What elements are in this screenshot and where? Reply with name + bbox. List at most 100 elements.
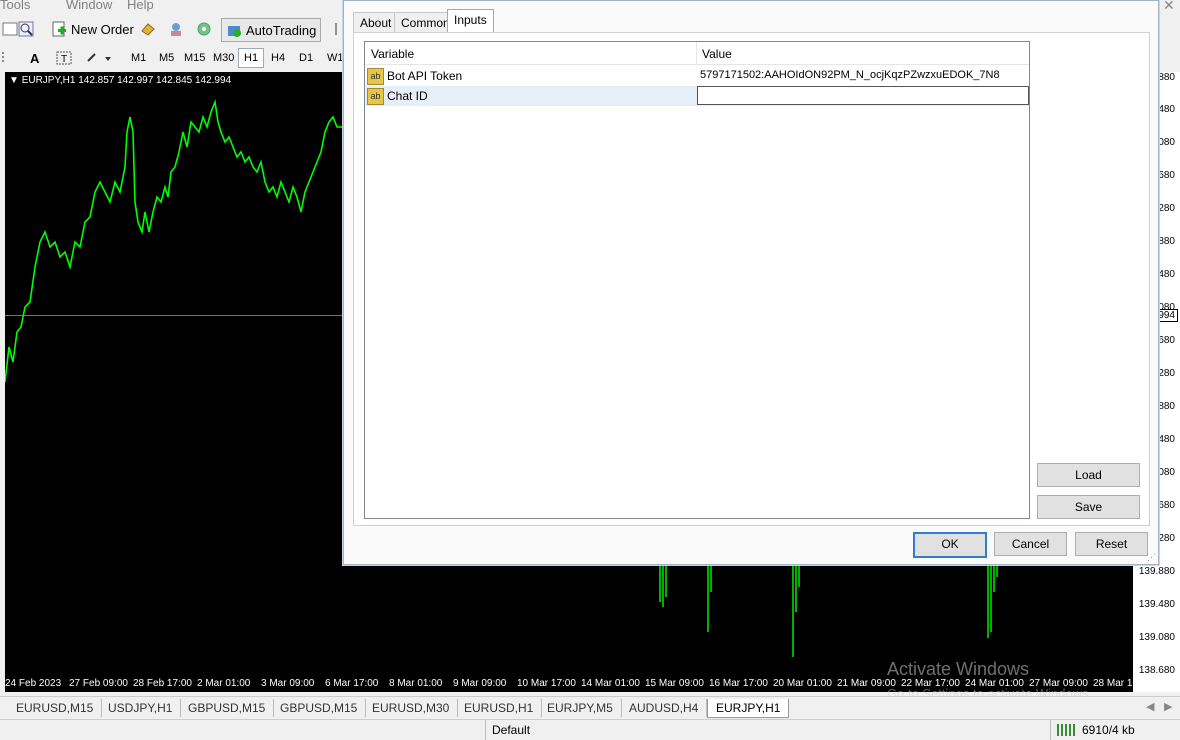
timeframe-m30[interactable]: M30: [208, 48, 239, 68]
variable-value[interactable]: 5797171502:AAHOIdON92PM_N_ocjKqzPZwzxuED…: [700, 69, 1000, 81]
chart-tab[interactable]: GBPUSD,M15: [180, 699, 275, 717]
price-label: 280: [1158, 368, 1175, 379]
column-value[interactable]: Value: [702, 47, 732, 61]
activate-windows-watermark: Activate Windows: [887, 659, 1030, 679]
date-label: 8 Mar 01:00: [389, 678, 443, 689]
inputs-grid: Variable Value ab Bot API Token 57971715…: [364, 41, 1030, 519]
string-type-icon: ab: [367, 68, 384, 85]
text-label-icon[interactable]: T: [56, 47, 72, 69]
text-tool-icon[interactable]: A: [30, 47, 39, 69]
string-type-icon: ab: [367, 88, 384, 105]
autotrading-icon: [228, 26, 241, 37]
price-label: 138.680: [1138, 665, 1175, 676]
chat-id-value-input[interactable]: [697, 86, 1029, 105]
date-label: 14 Mar 01:00: [581, 678, 640, 689]
price-label: 880: [1158, 72, 1175, 83]
variable-name: Chat ID: [387, 89, 428, 103]
options-icon[interactable]: [196, 18, 212, 40]
new-order-label: New Order: [71, 21, 134, 37]
grip-icon: [0, 47, 8, 69]
date-label: 27 Feb 09:00: [69, 678, 128, 689]
timeframe-h4[interactable]: H4: [266, 48, 290, 68]
date-label: 3 Mar 09:00: [261, 678, 315, 689]
price-label: 680: [1158, 500, 1175, 511]
date-label: 10 Mar 17:00: [517, 678, 576, 689]
svg-text:T: T: [61, 54, 67, 65]
price-label: 280: [1158, 203, 1175, 214]
date-label: 24 Feb 2023: [5, 678, 62, 689]
timeframe-h1[interactable]: H1: [238, 48, 265, 68]
price-label: 680: [1158, 335, 1175, 346]
price-label: 480: [1158, 104, 1175, 115]
zoom-icon[interactable]: [18, 18, 34, 40]
date-label: 2 Mar 01:00: [197, 678, 251, 689]
autotrading-button[interactable]: AutoTrading: [221, 18, 322, 42]
date-label: 15 Mar 09:00: [645, 678, 704, 689]
standard-toolbar: New Order AutoTrading: [0, 14, 345, 45]
chart-tab[interactable]: EURUSD,M15: [8, 699, 103, 717]
metaeditor-icon[interactable]: [140, 18, 156, 40]
resize-grip-icon[interactable]: ⋰: [1147, 552, 1156, 563]
chart-tab-active[interactable]: EURJPY,H1: [707, 699, 790, 718]
menu-tools[interactable]: Tools: [0, 0, 30, 12]
close-icon[interactable]: ✕: [1163, 0, 1175, 14]
chart-tab[interactable]: AUDUSD,H4: [621, 699, 708, 717]
reset-button[interactable]: Reset: [1075, 532, 1148, 556]
price-label: 139.880: [1138, 566, 1175, 577]
connection-icon: [1057, 724, 1079, 739]
price-label: 680: [1158, 170, 1175, 181]
column-variable[interactable]: Variable: [371, 47, 414, 61]
inputs-panel: Variable Value ab Bot API Token 57971715…: [353, 32, 1150, 526]
price-label: 480: [1158, 269, 1175, 280]
navigator-icon[interactable]: [168, 18, 184, 40]
price-label: 080: [1158, 467, 1175, 478]
grid-header: Variable Value: [365, 42, 1029, 65]
price-label: 480: [1158, 434, 1175, 445]
timeframe-m15[interactable]: M15: [179, 48, 210, 68]
status-divider: [1050, 720, 1051, 740]
save-button[interactable]: Save: [1037, 495, 1140, 519]
date-label: 20 Mar 01:00: [773, 678, 832, 689]
timeframe-m5[interactable]: M5: [154, 48, 179, 68]
timeframes-toolbar: A T M1 M5 M15 M30 H1 H4 D1 W1: [0, 44, 345, 71]
menu-window[interactable]: Window: [66, 0, 112, 12]
price-label: 280: [1158, 533, 1175, 544]
tab-scroll-left-icon[interactable]: ◀: [1146, 700, 1154, 713]
date-label: 16 Mar 17:00: [709, 678, 768, 689]
profile-name: Default: [492, 723, 531, 737]
tab-about[interactable]: About: [353, 12, 399, 33]
input-row-bot-api-token[interactable]: ab Bot API Token 5797171502:AAHOIdON92PM…: [365, 66, 1029, 86]
price-label: 880: [1158, 236, 1175, 247]
chart-tab[interactable]: EURJPY,M5: [539, 699, 622, 717]
chart-tab[interactable]: GBPUSD,M15: [272, 699, 367, 717]
new-order-button[interactable]: New Order: [51, 18, 134, 40]
status-bar: Default 6910/4 kb: [0, 719, 1180, 740]
chart-tabs: EURUSD,M15 USDJPY,H1 GBPUSD,M15 GBPUSD,M…: [0, 696, 1180, 719]
date-label: 6 Mar 17:00: [325, 678, 379, 689]
tab-scroll-right-icon[interactable]: ▶: [1164, 700, 1172, 713]
chart-shift-icon[interactable]: [2, 18, 18, 40]
chart-tab[interactable]: EURUSD,H1: [456, 699, 543, 717]
new-order-icon: [52, 21, 66, 37]
timeframe-m1[interactable]: M1: [126, 48, 151, 68]
input-row-chat-id[interactable]: ab Chat ID: [365, 86, 1029, 106]
price-label: 139.080: [1138, 632, 1175, 643]
timeframe-d1[interactable]: D1: [294, 48, 318, 68]
price-label: 080: [1158, 137, 1175, 148]
expert-properties-dialog: About Common Inputs Variable Value ab Bo…: [343, 0, 1159, 565]
tab-inputs[interactable]: Inputs: [447, 9, 494, 34]
column-divider: [696, 42, 697, 64]
price-label: 139.480: [1138, 599, 1175, 610]
autotrading-label: AutoTrading: [246, 22, 317, 38]
ok-button[interactable]: OK: [913, 532, 987, 558]
load-button[interactable]: Load: [1037, 463, 1140, 487]
chart-tab[interactable]: USDJPY,H1: [100, 699, 182, 717]
arrows-dropdown-icon[interactable]: [85, 47, 111, 69]
date-label: 28 Feb 17:00: [133, 678, 192, 689]
cancel-button[interactable]: Cancel: [994, 532, 1067, 556]
menu-help[interactable]: Help: [127, 0, 154, 12]
chart-tab[interactable]: EURUSD,M30: [364, 699, 459, 717]
variable-name: Bot API Token: [387, 69, 463, 83]
status-divider: [485, 720, 486, 740]
date-label: 9 Mar 09:00: [453, 678, 507, 689]
